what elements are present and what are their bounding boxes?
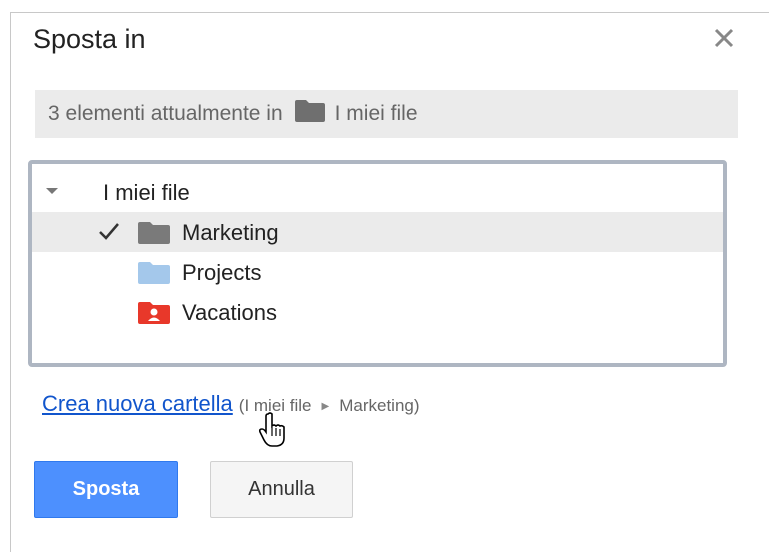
- folder-tree: I miei file Marketing Projects Vacations: [28, 160, 727, 367]
- tree-item-label: Projects: [182, 260, 262, 285]
- tree-item-label: Marketing: [182, 220, 279, 245]
- tree-item-label: Vacations: [182, 300, 277, 325]
- current-location-prefix: 3 elementi attualmente in: [48, 102, 283, 125]
- tree-item-vacations[interactable]: Vacations: [32, 292, 723, 332]
- move-button[interactable]: Sposta: [34, 461, 178, 518]
- tree-root-label: I miei file: [103, 180, 190, 205]
- triangle-down-icon[interactable]: [46, 188, 58, 194]
- checkmark-icon: [98, 220, 120, 248]
- tree-item-projects[interactable]: Projects: [32, 252, 723, 292]
- tree-root-my-files[interactable]: I miei file: [32, 172, 723, 212]
- folder-icon: [294, 100, 325, 128]
- chevron-right-icon: ▶: [321, 400, 330, 412]
- folder-icon: [138, 222, 170, 250]
- close-icon[interactable]: [706, 20, 742, 56]
- new-folder-row: Crea nuova cartella (I miei file ▶ Marke…: [42, 391, 420, 417]
- hand-cursor-icon: [258, 412, 288, 453]
- shared-folder-icon: [138, 302, 170, 330]
- path-current: Marketing): [339, 396, 420, 415]
- dialog-title: Sposta in: [33, 24, 146, 54]
- tree-item-marketing[interactable]: Marketing: [32, 212, 723, 252]
- create-new-folder-link[interactable]: Crea nuova cartella: [42, 391, 233, 417]
- current-location-folder: I miei file: [334, 102, 418, 125]
- folder-icon: [138, 262, 170, 290]
- current-location-bar: 3 elementi attualmente in I miei file: [35, 90, 738, 138]
- cancel-button[interactable]: Annulla: [210, 461, 353, 518]
